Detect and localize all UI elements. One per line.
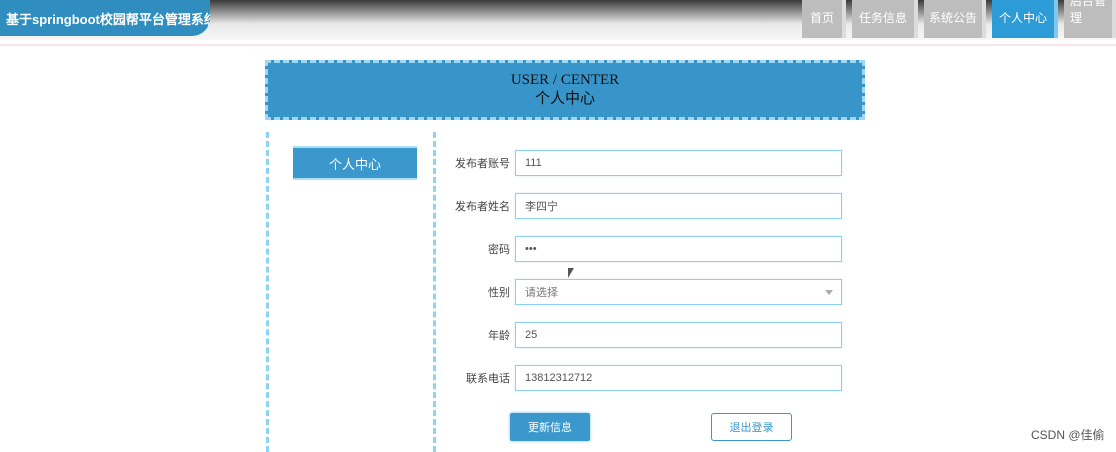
name-label: 发布者姓名 (455, 201, 510, 213)
update-info-button[interactable]: 更新信息 (510, 413, 590, 441)
account-label: 发布者账号 (455, 158, 510, 170)
watermark: CSDN @佳偷 (1031, 428, 1105, 442)
gender-label: 性别 (488, 287, 510, 299)
form-row-name: 发布者姓名 李四宁 (440, 193, 842, 219)
site-title: 基于springboot校园帮平台管理系统 (0, 0, 210, 36)
form-row-password: 密码 ••• (440, 236, 842, 262)
form-row-account: 发布者账号 111 (440, 150, 842, 176)
page-banner: USER / CENTER 个人中心 (265, 60, 865, 120)
header-divider (0, 44, 1116, 46)
form-row-gender: 性别 请选择 (440, 279, 842, 305)
gender-select[interactable]: 请选择 (515, 279, 842, 305)
age-label: 年龄 (488, 330, 510, 342)
nav-admin[interactable]: 后台管理 (1064, 0, 1116, 38)
nav-home[interactable]: 首页 (802, 0, 846, 38)
banner-title-cn: 个人中心 (534, 91, 595, 107)
name-input[interactable]: 李四宁 (515, 193, 842, 219)
phone-input[interactable]: 13812312712 (515, 365, 842, 391)
chevron-down-icon (825, 289, 833, 295)
mouse-cursor-icon (568, 268, 574, 278)
sidebar-item-user-center[interactable]: 个人中心 (293, 146, 417, 180)
nav-announcements[interactable]: 系统公告 (924, 0, 986, 38)
nav-tasks[interactable]: 任务信息 (852, 0, 918, 38)
form-row-age: 年龄 25 (440, 322, 842, 348)
age-input[interactable]: 25 (515, 322, 842, 348)
banner-title-en: USER / CENTER (510, 72, 620, 88)
phone-label: 联系电话 (466, 373, 510, 385)
sidebar: 个人中心 (266, 132, 436, 452)
form-row-phone: 联系电话 13812312712 (440, 365, 842, 391)
password-input[interactable]: ••• (515, 236, 842, 262)
gender-select-value: 请选择 (525, 287, 558, 299)
account-input[interactable]: 111 (515, 150, 842, 176)
password-label: 密码 (488, 244, 510, 256)
main-nav: 首页 任务信息 系统公告 个人中心 后台管理 (802, 0, 1116, 38)
logout-button[interactable]: 退出登录 (711, 413, 792, 441)
nav-user-center[interactable]: 个人中心 (992, 0, 1058, 38)
top-bar: 基于springboot校园帮平台管理系统 首页 任务信息 系统公告 个人中心 … (0, 0, 1116, 40)
